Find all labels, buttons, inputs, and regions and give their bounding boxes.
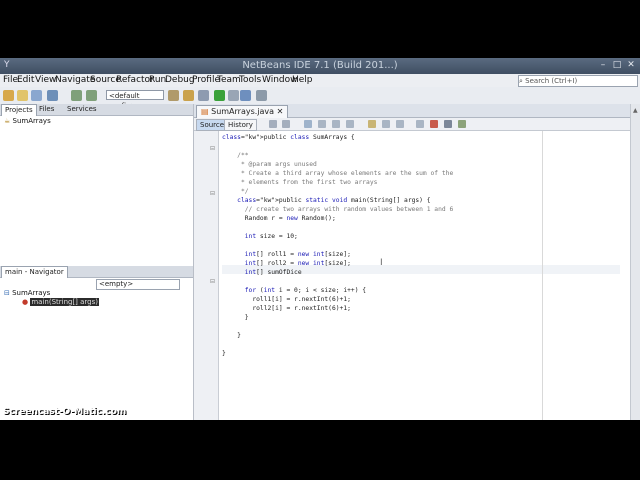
start-macro-icon[interactable]: [430, 120, 438, 128]
debug-icon[interactable]: [240, 90, 251, 101]
run-dropdown-icon[interactable]: [228, 90, 239, 101]
minimize-icon[interactable]: –: [598, 61, 608, 70]
menu-help[interactable]: Help: [292, 75, 313, 85]
tab-close-icon[interactable]: ✕: [277, 107, 284, 116]
code-line[interactable]: Random r = new Random();: [222, 214, 336, 223]
code-line[interactable]: int size = 10;: [222, 232, 298, 241]
clean-build-icon[interactable]: [198, 90, 209, 101]
letterbox-bottom: [0, 420, 640, 480]
config-dropdown-icon[interactable]: [168, 90, 179, 101]
projects-tab-row: Projects Files Services: [0, 104, 193, 116]
code-line[interactable]: }: [222, 331, 241, 340]
code-line[interactable]: class="kw">public static void main(Strin…: [222, 196, 430, 205]
menu-debug[interactable]: Debug: [165, 75, 195, 85]
editor-tab-row: ▤ SumArrays.java ✕: [194, 104, 630, 118]
navigator-tab-row: main - Navigator: [0, 266, 193, 278]
shift-left-icon[interactable]: [416, 120, 424, 128]
code-line[interactable]: */: [222, 187, 249, 196]
menu-run[interactable]: Run: [149, 75, 166, 85]
editor-scrollbar[interactable]: ▲: [630, 104, 640, 420]
code-line[interactable]: int[] sumOfDice: [222, 268, 302, 277]
code-area[interactable]: class="kw">public class SumArrays { /** …: [222, 131, 622, 420]
search-icon: ⌕: [519, 77, 523, 85]
fold-icon[interactable]: ⊟: [210, 145, 215, 152]
method-icon: ●: [22, 298, 29, 306]
back-icon[interactable]: [282, 120, 290, 128]
toggle-highlight-icon[interactable]: [346, 120, 354, 128]
tab-navigator[interactable]: main - Navigator: [1, 266, 68, 278]
project-tree-root[interactable]: ☕ SumArrays: [4, 117, 51, 125]
menu-file[interactable]: File: [3, 75, 18, 85]
code-line[interactable]: * Create a third array whose elements ar…: [222, 169, 453, 178]
navigator-class-name: SumArrays: [12, 289, 51, 297]
save-all-icon[interactable]: [47, 90, 58, 101]
editor-file-tab-label: SumArrays.java: [211, 107, 275, 116]
find-icon[interactable]: [304, 120, 312, 128]
title-bar: Y NetBeans IDE 7.1 (Build 201...) – □ ✕: [0, 58, 640, 74]
editor-pane: ▤ SumArrays.java ✕ Source History ⊟ ⊟ ⊟ …: [194, 104, 630, 420]
config-select[interactable]: <default config>: [106, 90, 164, 110]
code-line[interactable]: * elements from the first two arrays: [222, 178, 377, 187]
last-edit-icon[interactable]: [269, 120, 277, 128]
code-line[interactable]: roll1[i] = r.nextInt(6)+1;: [222, 295, 351, 304]
find-next-icon[interactable]: [332, 120, 340, 128]
text-cursor-icon: I: [380, 258, 383, 268]
build-icon[interactable]: [183, 90, 194, 101]
fold-icon[interactable]: ⊟: [210, 190, 215, 197]
watermark: Screencast-O-Matic.com: [3, 407, 127, 417]
tab-files[interactable]: Files: [36, 104, 57, 115]
tab-services[interactable]: Services: [64, 104, 100, 115]
menu-tools[interactable]: Tools: [239, 75, 261, 85]
menu-view[interactable]: View: [35, 75, 56, 85]
menu-team[interactable]: Team: [217, 75, 241, 85]
maximize-icon[interactable]: □: [612, 61, 622, 70]
next-bookmark-icon[interactable]: [396, 120, 404, 128]
navigator-method-name: main(String[] args): [30, 298, 100, 306]
menu-edit[interactable]: Edit: [17, 75, 34, 85]
search-placeholder: Search (Ctrl+I): [525, 77, 578, 85]
stop-macro-icon[interactable]: [444, 120, 452, 128]
menu-profile[interactable]: Profile: [192, 75, 220, 85]
editor-gutter: ⊟ ⊟ ⊟: [194, 131, 219, 420]
class-icon: ⊟: [4, 289, 10, 297]
code-line[interactable]: /**: [222, 151, 248, 160]
code-line[interactable]: int[] roll1 = new int[size];: [222, 250, 351, 259]
code-line[interactable]: }: [222, 313, 249, 322]
close-icon[interactable]: ✕: [626, 61, 636, 70]
window-title: NetBeans IDE 7.1 (Build 201...): [242, 60, 398, 71]
code-line[interactable]: * @param args unused: [222, 160, 317, 169]
history-view-button[interactable]: History: [224, 119, 257, 131]
editor-file-tab[interactable]: ▤ SumArrays.java ✕: [196, 105, 289, 118]
code-line[interactable]: int[] roll2 = new int[size];: [222, 259, 351, 268]
redo-icon[interactable]: [86, 90, 97, 101]
toggle-bookmark-icon[interactable]: [368, 120, 376, 128]
code-line[interactable]: // create two arrays with random values …: [222, 205, 454, 214]
fold-icon[interactable]: ⊟: [210, 278, 215, 285]
navigator-tree-root[interactable]: ⊟ SumArrays: [4, 289, 50, 297]
undo-icon[interactable]: [71, 90, 82, 101]
find-prev-icon[interactable]: [318, 120, 326, 128]
main-toolbar: <default config>: [0, 87, 640, 110]
navigator-filter-select[interactable]: <empty>: [96, 279, 180, 290]
project-icon: ☕: [4, 117, 11, 125]
scroll-up-icon[interactable]: ▲: [633, 107, 638, 114]
code-line[interactable]: }: [222, 349, 226, 358]
left-panel: Projects Files Services ☕ SumArrays main…: [0, 104, 194, 420]
java-file-icon: ▤: [201, 107, 209, 116]
profile-icon[interactable]: [256, 90, 267, 101]
open-project-icon[interactable]: [31, 90, 42, 101]
code-line[interactable]: for (int i = 0; i < size; i++) {: [222, 286, 366, 295]
navigator-method-item[interactable]: ● main(String[] args): [22, 298, 100, 306]
editor-toolbar: Source History: [194, 118, 630, 131]
run-icon[interactable]: [214, 90, 225, 101]
new-project-icon[interactable]: [3, 90, 14, 101]
search-input[interactable]: ⌕ Search (Ctrl+I): [518, 75, 638, 87]
new-file-icon[interactable]: [17, 90, 28, 101]
project-name: SumArrays: [12, 117, 51, 125]
code-line[interactable]: class="kw">public class SumArrays {: [222, 133, 355, 142]
comment-icon[interactable]: [458, 120, 466, 128]
tab-projects[interactable]: Projects: [1, 104, 37, 116]
prev-bookmark-icon[interactable]: [382, 120, 390, 128]
code-line[interactable]: roll2[i] = r.nextInt(6)+1;: [222, 304, 351, 313]
